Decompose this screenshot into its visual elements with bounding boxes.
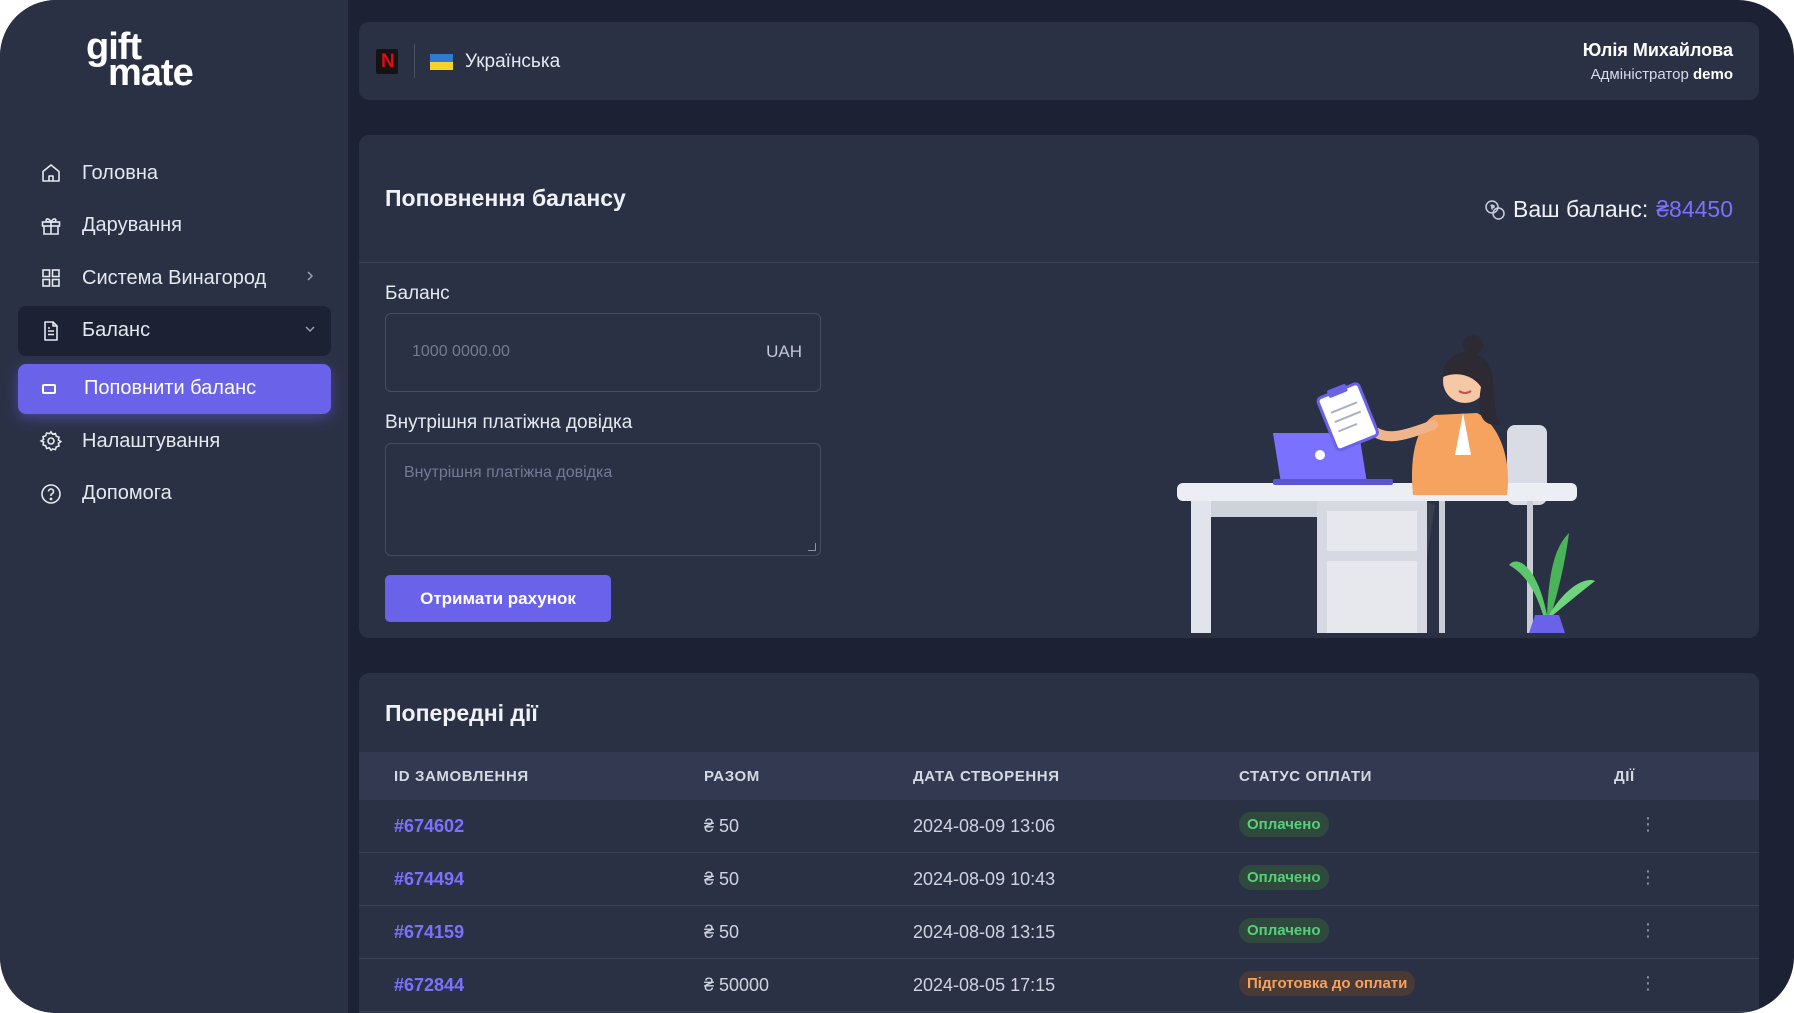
more-actions-icon[interactable]: ⋮ bbox=[1639, 814, 1657, 835]
netflix-logo-icon[interactable] bbox=[376, 49, 398, 74]
divider bbox=[414, 44, 415, 78]
status-badge: Підготовка до оплати bbox=[1239, 971, 1416, 996]
sidebar-item-gifting[interactable]: Дарування bbox=[18, 201, 331, 251]
more-actions-icon[interactable]: ⋮ bbox=[1639, 920, 1657, 941]
user-org: demo bbox=[1692, 66, 1733, 83]
gift-icon bbox=[38, 213, 64, 239]
app-window: gift mate Головна Дарування Система Вина… bbox=[0, 0, 1794, 1013]
status-badge: Оплачено bbox=[1239, 918, 1329, 943]
reference-textarea[interactable]: Внутрішня платіжна довідка bbox=[385, 443, 821, 556]
sidebar-item-label: Допомога bbox=[82, 482, 172, 505]
sidebar-item-label: Налаштування bbox=[82, 429, 221, 452]
order-id-link[interactable]: #674494 bbox=[394, 869, 464, 890]
topup-card: Поповнення балансу Ваш баланс: ₴84450 Ба… bbox=[359, 135, 1759, 638]
user-role: Адміністратор demo bbox=[1591, 66, 1733, 83]
card-icon bbox=[42, 383, 56, 394]
section-title: Попередні дії bbox=[385, 700, 538, 726]
more-actions-icon[interactable]: ⋮ bbox=[1639, 867, 1657, 888]
status-badge: Оплачено bbox=[1239, 812, 1329, 837]
sidebar-item-settings[interactable]: Налаштування bbox=[18, 416, 331, 466]
table-row: #674602 ₴ 50 2024-08-09 13:06 Оплачено ⋮ bbox=[359, 800, 1759, 853]
sidebar-item-label: Поповнити баланс bbox=[84, 377, 257, 400]
order-id-link[interactable]: #674159 bbox=[394, 922, 464, 943]
sidebar-nav: Головна Дарування Система Винагород Бала… bbox=[18, 148, 331, 522]
current-balance: Ваш баланс: ₴84450 bbox=[1483, 196, 1733, 223]
sidebar: gift mate Головна Дарування Система Вина… bbox=[0, 0, 348, 1013]
amount-input[interactable]: 1000 0000.00 UAH bbox=[385, 313, 821, 392]
column-header[interactable]: ДАТА СТВОРЕННЯ bbox=[913, 768, 1060, 785]
table-row: #672844 ₴ 50000 2024-08-05 17:15 Підгото… bbox=[359, 959, 1759, 1012]
sidebar-item-balance[interactable]: Баланс bbox=[18, 305, 331, 356]
history-card: Попередні дії ID ЗАМОВЛЕННЯ РАЗОМ ДАТА С… bbox=[359, 673, 1759, 1013]
order-total: ₴ 50 bbox=[704, 869, 740, 889]
sidebar-item-label: Головна bbox=[82, 161, 158, 184]
grid-icon bbox=[38, 265, 64, 291]
page-title: Поповнення балансу bbox=[385, 185, 626, 211]
more-actions-icon[interactable]: ⋮ bbox=[1639, 973, 1657, 994]
reference-placeholder: Внутрішня платіжна довідка bbox=[404, 464, 613, 481]
order-date: 2024-08-09 13:06 bbox=[913, 816, 1056, 836]
order-id-link[interactable]: #672844 bbox=[394, 975, 464, 996]
coins-icon bbox=[1485, 199, 1505, 220]
column-header: ДІЇ bbox=[1614, 768, 1635, 785]
table-row: #674159 ₴ 50 2024-08-08 13:15 Оплачено ⋮ bbox=[359, 906, 1759, 959]
status-badge: Оплачено bbox=[1239, 865, 1329, 890]
order-date: 2024-08-09 10:43 bbox=[913, 869, 1056, 889]
amount-label: Баланс bbox=[385, 283, 450, 304]
logo-line-2: mate bbox=[108, 52, 194, 94]
gear-icon bbox=[38, 428, 64, 454]
sidebar-item-label: Дарування bbox=[82, 214, 183, 237]
order-id-link[interactable]: #674602 bbox=[394, 816, 464, 837]
column-header[interactable]: СТАТУС ОПЛАТИ bbox=[1239, 768, 1372, 785]
get-invoice-button[interactable]: Отримати рахунок bbox=[385, 575, 611, 622]
table-row: #674494 ₴ 50 2024-08-09 10:43 Оплачено ⋮ bbox=[359, 853, 1759, 906]
sidebar-item-rewards[interactable]: Система Винагород bbox=[18, 253, 331, 303]
order-total: ₴ 50000 bbox=[704, 975, 770, 995]
document-icon bbox=[38, 318, 64, 344]
currency-suffix: UAH bbox=[766, 342, 802, 361]
home-icon bbox=[38, 160, 64, 186]
balance-label: Ваш баланс: bbox=[1513, 196, 1649, 222]
ukraine-flag-icon bbox=[430, 54, 453, 70]
column-header[interactable]: РАЗОМ bbox=[704, 768, 760, 785]
balance-amount: ₴84450 bbox=[1656, 196, 1733, 222]
user-name[interactable]: Юлія Михайлова bbox=[1583, 40, 1733, 61]
order-total: ₴ 50 bbox=[704, 922, 740, 942]
amount-placeholder: 1000 0000.00 bbox=[412, 343, 510, 360]
sidebar-item-help[interactable]: Допомога bbox=[18, 469, 331, 519]
divider bbox=[359, 262, 1759, 263]
order-date: 2024-08-05 17:15 bbox=[913, 975, 1056, 995]
language-selector[interactable]: Українська bbox=[465, 51, 560, 73]
sidebar-item-topup[interactable]: Поповнити баланс bbox=[18, 363, 331, 414]
top-bar: Українська Юлія Михайлова Адміністратор … bbox=[359, 22, 1759, 100]
column-header[interactable]: ID ЗАМОВЛЕННЯ bbox=[394, 768, 529, 785]
giftmate-logo[interactable]: gift mate bbox=[86, 26, 216, 96]
resize-handle-icon[interactable] bbox=[808, 543, 816, 551]
order-total: ₴ 50 bbox=[704, 816, 740, 836]
user-role-label: Адміністратор bbox=[1590, 66, 1689, 83]
sidebar-item-label: Баланс bbox=[82, 319, 151, 342]
reference-label: Внутрішня платіжна довідка bbox=[385, 412, 633, 433]
woman-at-desk-illustration bbox=[1177, 335, 1595, 633]
sidebar-item-home[interactable]: Головна bbox=[18, 148, 331, 198]
sidebar-item-label: Система Винагород bbox=[82, 266, 267, 289]
chevron-down-icon bbox=[305, 326, 315, 332]
chevron-right-icon bbox=[307, 271, 314, 281]
order-date: 2024-08-08 13:15 bbox=[913, 922, 1056, 942]
help-icon bbox=[38, 481, 64, 507]
table-header: ID ЗАМОВЛЕННЯ РАЗОМ ДАТА СТВОРЕННЯ СТАТУ… bbox=[359, 752, 1759, 800]
